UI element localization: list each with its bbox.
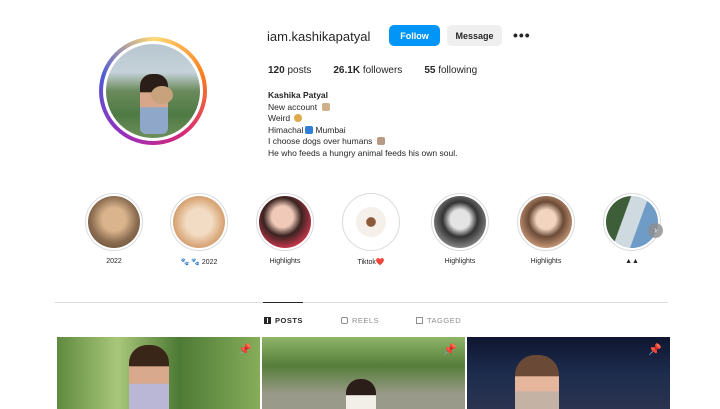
highlight-label: Highlights [444, 258, 476, 265]
reels-icon [341, 317, 348, 324]
bio-name: Kashika Patyal [268, 90, 329, 100]
emoji-icon [305, 125, 314, 134]
tab-tagged[interactable]: TAGGED [416, 316, 461, 325]
post-thumbnail[interactable]: 📌 [467, 337, 670, 409]
highlight-label: Tiktok❤️ [357, 259, 385, 266]
highlight-label: 2022 [106, 258, 122, 265]
highlight-ring [342, 193, 400, 251]
highlight-item[interactable]: 🐾 🐾 2022 [169, 193, 229, 273]
posts-label: posts [287, 65, 312, 76]
bio-line: Weird [268, 113, 457, 125]
highlight-label: ▲▲ [625, 258, 639, 265]
highlight-cover [606, 196, 658, 248]
highlight-label: 🐾 🐾 2022 [180, 259, 218, 266]
profile-avatar[interactable] [99, 37, 207, 145]
more-options-icon[interactable]: ••• [513, 27, 531, 43]
follow-button[interactable]: Follow [389, 25, 440, 46]
bio-line: New account [268, 102, 457, 114]
tab-posts[interactable]: POSTS [264, 316, 303, 325]
highlight-label: Highlights [269, 258, 301, 265]
followers-stat[interactable]: 26.1K followers [333, 65, 402, 76]
posts-stat: 120 posts [268, 65, 311, 76]
avatar-border [103, 41, 203, 141]
avatar-person [140, 74, 168, 134]
post-person [129, 345, 169, 409]
post-thumbnail[interactable]: 📌 [57, 337, 260, 409]
followers-label: followers [362, 65, 403, 76]
highlight-item[interactable]: Highlights [516, 193, 576, 273]
post-person [515, 355, 559, 409]
active-tab-indicator [263, 302, 303, 303]
highlight-ring [517, 193, 575, 251]
avatar-dog [151, 86, 173, 104]
tab-reels-label: REELS [352, 316, 380, 325]
pin-icon: 📌 [443, 344, 457, 356]
highlight-item[interactable]: 2022 [84, 193, 144, 273]
bio-line-3b: Mumbai [315, 124, 346, 135]
post-person [346, 379, 376, 409]
tab-posts-label: POSTS [275, 316, 303, 325]
bio-line-4: I choose dogs over humans [268, 136, 373, 146]
following-stat[interactable]: 55 following [424, 65, 477, 76]
emoji-icon [294, 114, 303, 122]
emoji-icon [321, 102, 330, 111]
post-thumbnail[interactable]: 📌 [262, 337, 465, 409]
bio-line-3a: Himachal [268, 124, 304, 135]
tab-reels[interactable]: REELS [341, 316, 379, 325]
highlight-cover [434, 196, 486, 248]
highlight-ring [256, 193, 314, 251]
chevron-right-icon[interactable]: › [648, 223, 663, 238]
highlight-item[interactable]: Highlights [255, 193, 315, 273]
followers-count: 26.1K [333, 65, 361, 76]
highlight-ring [431, 193, 489, 251]
highlight-ring [603, 193, 661, 251]
highlight-ring [170, 193, 228, 251]
highlight-ring [85, 193, 143, 251]
highlight-cover [345, 196, 397, 248]
tabs-divider [55, 302, 668, 303]
following-count: 55 [424, 65, 436, 76]
emoji-icon [376, 137, 385, 145]
pin-icon: 📌 [238, 344, 252, 356]
highlight-label: Highlights [530, 258, 562, 265]
highlight-cover [88, 196, 140, 248]
bio-line: Himachal Mumbai [268, 125, 457, 137]
highlight-cover [259, 196, 311, 248]
highlight-item[interactable]: Highlights [430, 193, 490, 273]
bio-line-5: He who feeds a hungry animal feeds his o… [268, 147, 458, 158]
profile-bio: Kashika Patyal New account Weird Himacha… [268, 90, 457, 159]
grid-icon [264, 317, 271, 324]
highlight-cover [173, 196, 225, 248]
profile-stats: 120 posts 26.1K followers 55 following [268, 65, 499, 76]
tab-tagged-label: TAGGED [427, 316, 462, 325]
pin-icon: 📌 [648, 344, 662, 356]
bio-line-2: Weird [268, 113, 291, 123]
tag-icon [416, 317, 423, 324]
profile-username: iam.kashikapatyal [267, 29, 371, 44]
highlight-cover [520, 196, 572, 248]
message-button[interactable]: Message [447, 25, 502, 46]
avatar-photo [106, 44, 200, 138]
following-label: following [438, 65, 478, 76]
posts-count: 120 [268, 65, 285, 76]
bio-line: I choose dogs over humans [268, 136, 457, 148]
highlight-item[interactable]: Tiktok❤️ [341, 193, 401, 273]
bio-line-1: New account [268, 101, 318, 112]
